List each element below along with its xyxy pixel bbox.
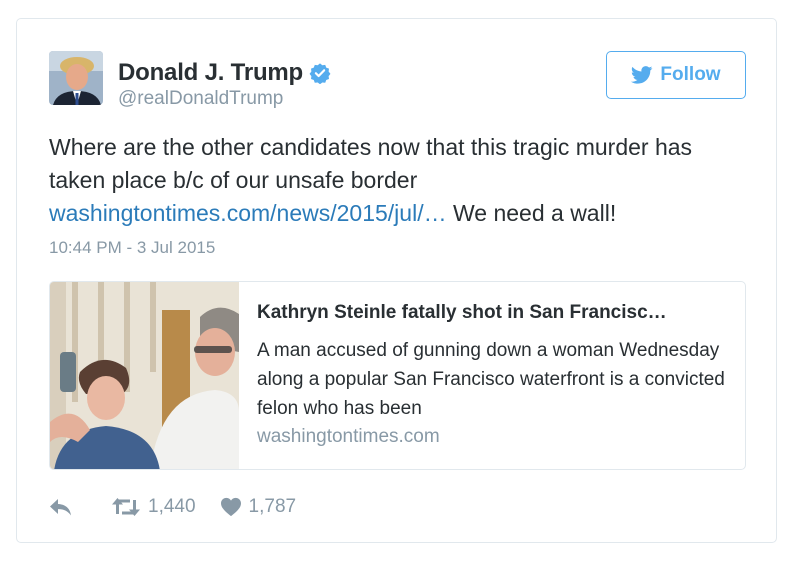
tweet-text: Where are the other candidates now that … [49, 131, 749, 230]
link-preview-description: A man accused of gunning down a woman We… [257, 340, 725, 419]
twitter-bird-icon [631, 66, 653, 84]
verified-badge-icon [309, 63, 331, 84]
author-display-name[interactable]: Donald J. Trump [118, 59, 303, 87]
heart-icon [220, 497, 241, 517]
retweet-icon [112, 498, 140, 516]
avatar[interactable] [49, 51, 103, 105]
follow-button[interactable]: Follow [606, 51, 746, 99]
retweet-button[interactable]: 1,440 [111, 496, 196, 518]
tweet-body-after-link: We need a wall! [446, 200, 617, 226]
tweet-body: Where are the other candidates now that … [49, 134, 693, 193]
link-preview-card[interactable]: Kathryn Steinle fatally shot in San Fran… [49, 281, 746, 470]
link-preview-domain: washingtontimes.com [257, 426, 440, 447]
follow-button-label: Follow [660, 64, 721, 85]
author-handle[interactable]: @realDonaldTrump [118, 88, 283, 110]
link-preview-image[interactable] [50, 282, 239, 469]
like-button[interactable]: 1,787 [220, 496, 297, 518]
retweet-count: 1,440 [148, 496, 196, 517]
reply-icon [50, 499, 71, 516]
tweet-timestamp[interactable]: 10:44 PM - 3 Jul 2015 [49, 238, 215, 258]
reply-button[interactable] [49, 497, 73, 517]
link-preview-title[interactable]: Kathryn Steinle fatally shot in San Fran… [257, 302, 727, 324]
tweet-actions: 1,440 1,787 [49, 496, 296, 518]
like-count: 1,787 [248, 496, 297, 517]
tweet-card: Donald J. Trump @realDonaldTrump Follow … [16, 18, 777, 543]
tweet-link[interactable]: washingtontimes.com/news/2015/jul/… [49, 200, 447, 226]
